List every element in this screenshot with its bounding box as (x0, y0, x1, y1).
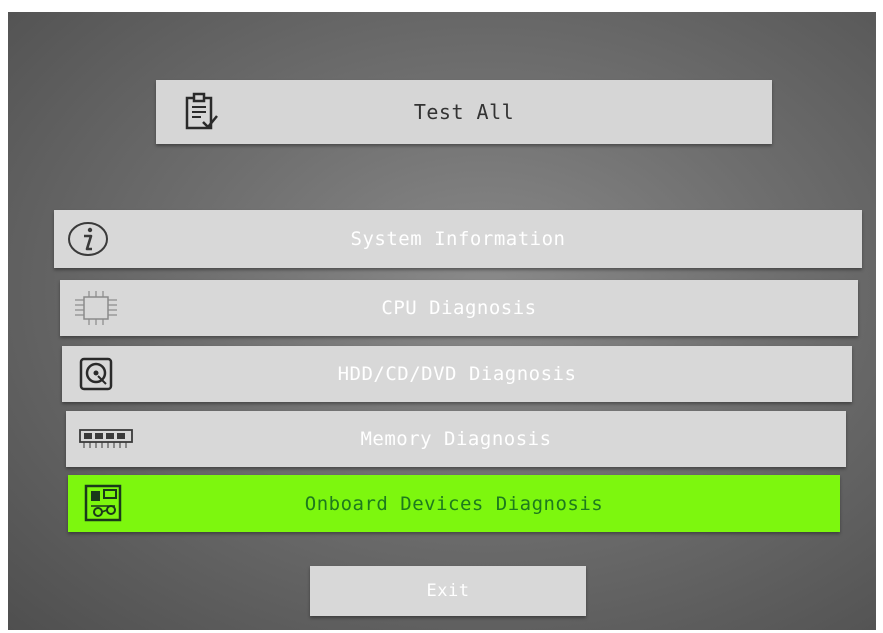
diagnostics-screen: Test All System Information CPU Diagnosi… (8, 12, 876, 630)
hdd-cd-dvd-diagnosis-label: HDD/CD/DVD Diagnosis (337, 363, 577, 385)
cpu-diagnosis-label: CPU Diagnosis (381, 297, 537, 319)
memory-diagnosis-button[interactable]: Memory Diagnosis (66, 411, 846, 467)
hdd-cd-dvd-diagnosis-button[interactable]: HDD/CD/DVD Diagnosis (62, 346, 852, 402)
test-all-label: Test All (413, 100, 515, 124)
cpu-diagnosis-button[interactable]: CPU Diagnosis (60, 280, 858, 336)
memory-diagnosis-label: Memory Diagnosis (360, 428, 552, 450)
system-information-button[interactable]: System Information (54, 210, 862, 268)
system-information-label: System Information (350, 228, 566, 250)
onboard-devices-diagnosis-label: Onboard Devices Diagnosis (304, 492, 604, 515)
test-all-button[interactable]: Test All (156, 80, 772, 144)
onboard-devices-diagnosis-button[interactable]: Onboard Devices Diagnosis (68, 475, 840, 532)
exit-label: Exit (426, 581, 470, 601)
exit-button[interactable]: Exit (310, 566, 586, 616)
